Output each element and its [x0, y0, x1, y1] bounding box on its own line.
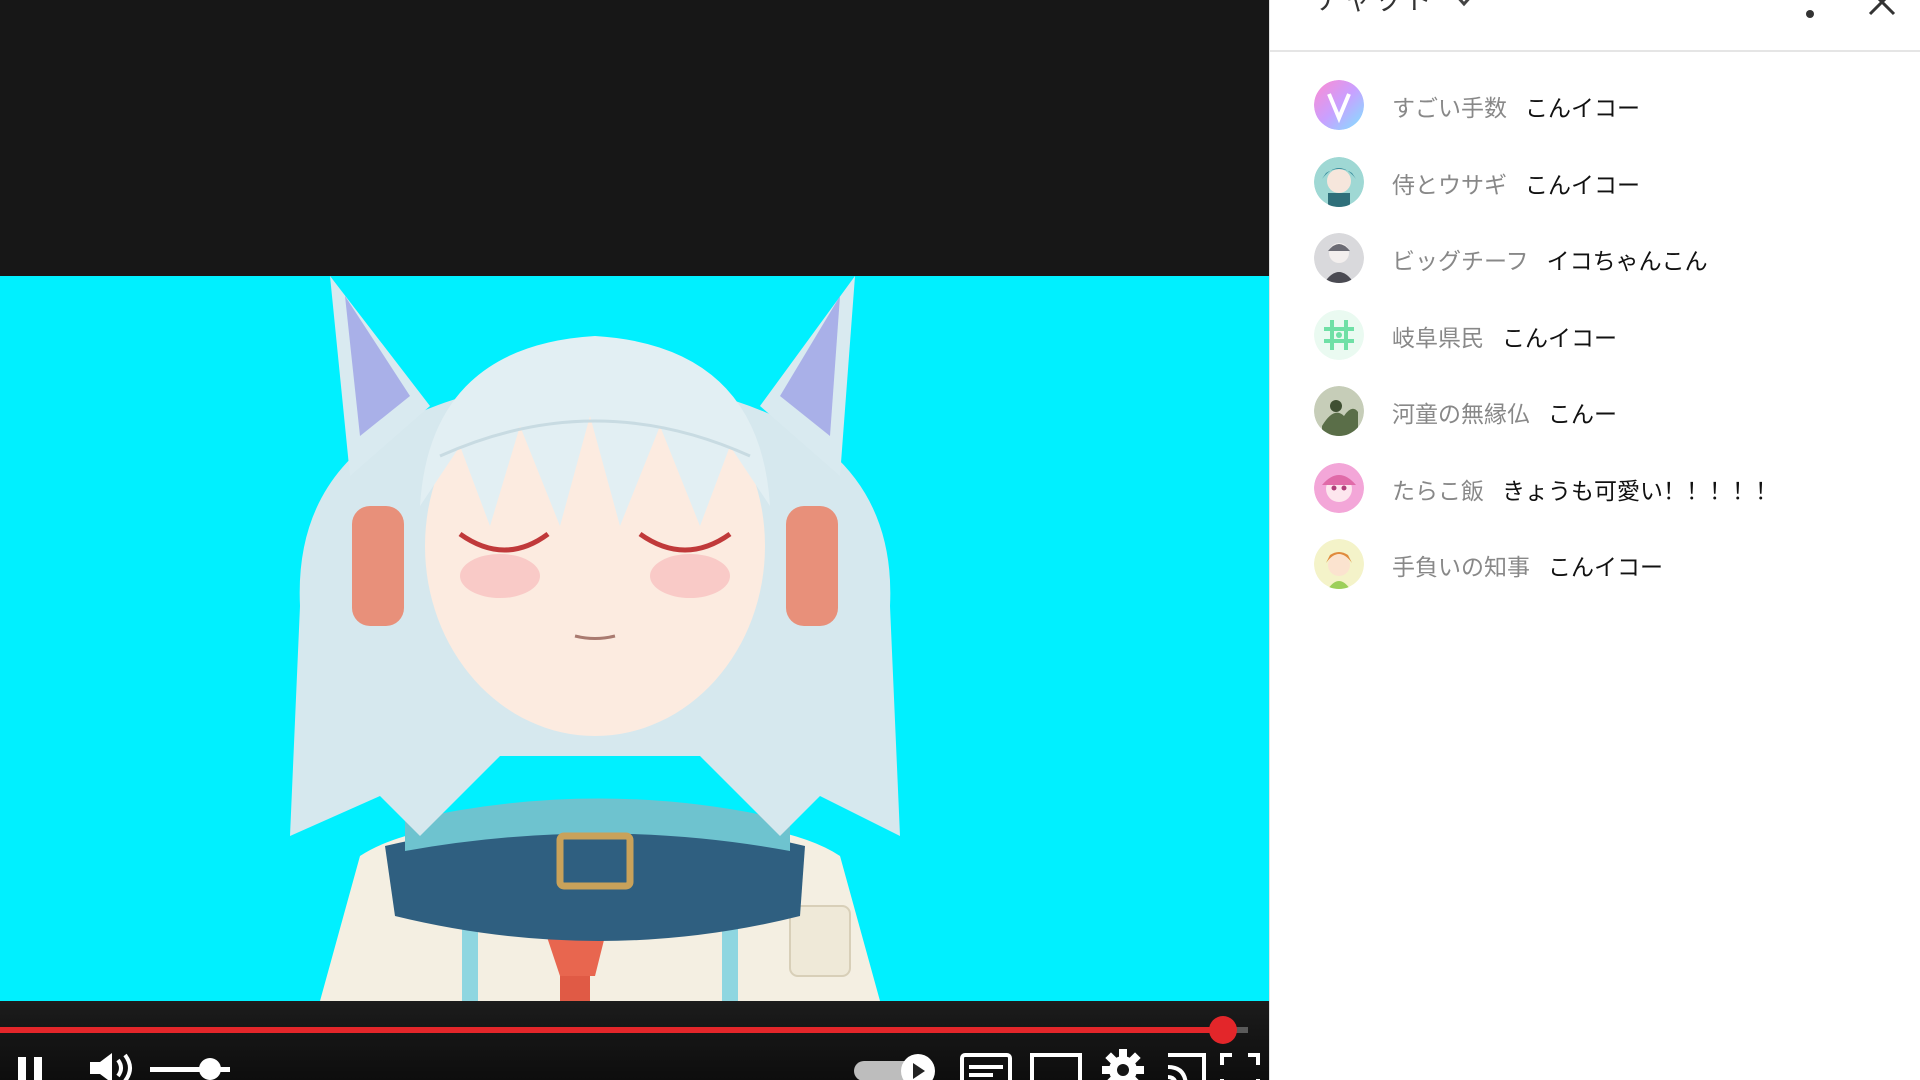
subtitles-icon[interactable]: [960, 1051, 1012, 1080]
user-avatar[interactable]: [1314, 233, 1364, 283]
chat-message: 河童の無縁仏 こんー: [1270, 382, 1920, 438]
close-icon[interactable]: [1866, 0, 1898, 16]
progress-fill: [0, 1027, 1224, 1033]
user-avatar[interactable]: [1314, 80, 1364, 130]
chat-message-text: イコちゃんこん: [1546, 249, 1708, 275]
chat-author-name[interactable]: 手負いの知事: [1392, 555, 1530, 581]
volume-icon[interactable]: [88, 1053, 142, 1080]
chat-mode-dropdown[interactable]: チャット: [1314, 0, 1434, 18]
chat-message-text: こんイコー: [1548, 555, 1663, 581]
chat-author-name[interactable]: 河童の無縁仏: [1392, 402, 1530, 428]
cast-icon[interactable]: [1164, 1051, 1208, 1080]
live-chat-panel: チャット すごい手数こんイコー: [1269, 0, 1920, 1080]
chat-author-name[interactable]: ビッグチーフ: [1392, 249, 1529, 275]
chat-author-name[interactable]: 侍とウサギ: [1392, 173, 1507, 199]
volume-slider-knob[interactable]: [199, 1058, 221, 1080]
chevron-down-icon[interactable]: [1452, 0, 1476, 8]
player-controls-bar: [0, 1001, 1269, 1080]
user-avatar[interactable]: [1314, 539, 1364, 589]
chat-message-text: こんイコー: [1502, 325, 1617, 352]
chat-message: 手負いの知事 こんイコー: [1270, 535, 1920, 591]
chat-message: すごい手数 こんイコー: [1270, 76, 1920, 132]
user-avatar[interactable]: [1314, 386, 1364, 436]
pause-icon[interactable]: [18, 1057, 44, 1080]
progress-bar[interactable]: [0, 1016, 1248, 1044]
settings-gear-icon[interactable]: [1100, 1047, 1146, 1080]
chat-author-name[interactable]: たらこ飯: [1392, 479, 1484, 505]
chat-header: チャット: [1270, 0, 1920, 52]
chat-message-list: すごい手数 こんイコー 侍とウサギ こんイコー ビッグチーフ イコちゃんこん 岐…: [1270, 76, 1920, 612]
chat-message: 岐阜県民 こんイコー: [1270, 306, 1920, 362]
video-player[interactable]: [0, 0, 1269, 1080]
chat-message: たらこ飯 きょうも可愛い！！！！！: [1270, 459, 1920, 515]
video-frame[interactable]: [0, 276, 1269, 1001]
chat-message: ビッグチーフ イコちゃんこん: [1270, 229, 1920, 285]
fullscreen-icon[interactable]: [1218, 1051, 1262, 1080]
chat-message-text: こんー: [1548, 402, 1617, 428]
chat-message: 侍とウサギ こんイコー: [1270, 153, 1920, 209]
chat-message-text: こんイコー: [1525, 96, 1640, 122]
chat-author-name[interactable]: すごい手数: [1392, 96, 1507, 122]
autoplay-toggle[interactable]: [854, 1053, 938, 1080]
progress-scrubber[interactable]: [1209, 1016, 1238, 1044]
user-avatar[interactable]: [1314, 156, 1364, 207]
more-vert-icon[interactable]: [1800, 0, 1820, 22]
vtuber-avatar-illustration: [290, 276, 900, 1001]
user-avatar[interactable]: [1314, 462, 1364, 513]
chat-message-text: こんイコー: [1525, 172, 1640, 199]
miniplayer-icon[interactable]: [1030, 1051, 1082, 1080]
chat-message-text: きょうも可愛い！！！！！: [1502, 478, 1778, 505]
user-avatar[interactable]: [1314, 309, 1364, 360]
chat-author-name[interactable]: 岐阜県民: [1392, 326, 1484, 352]
